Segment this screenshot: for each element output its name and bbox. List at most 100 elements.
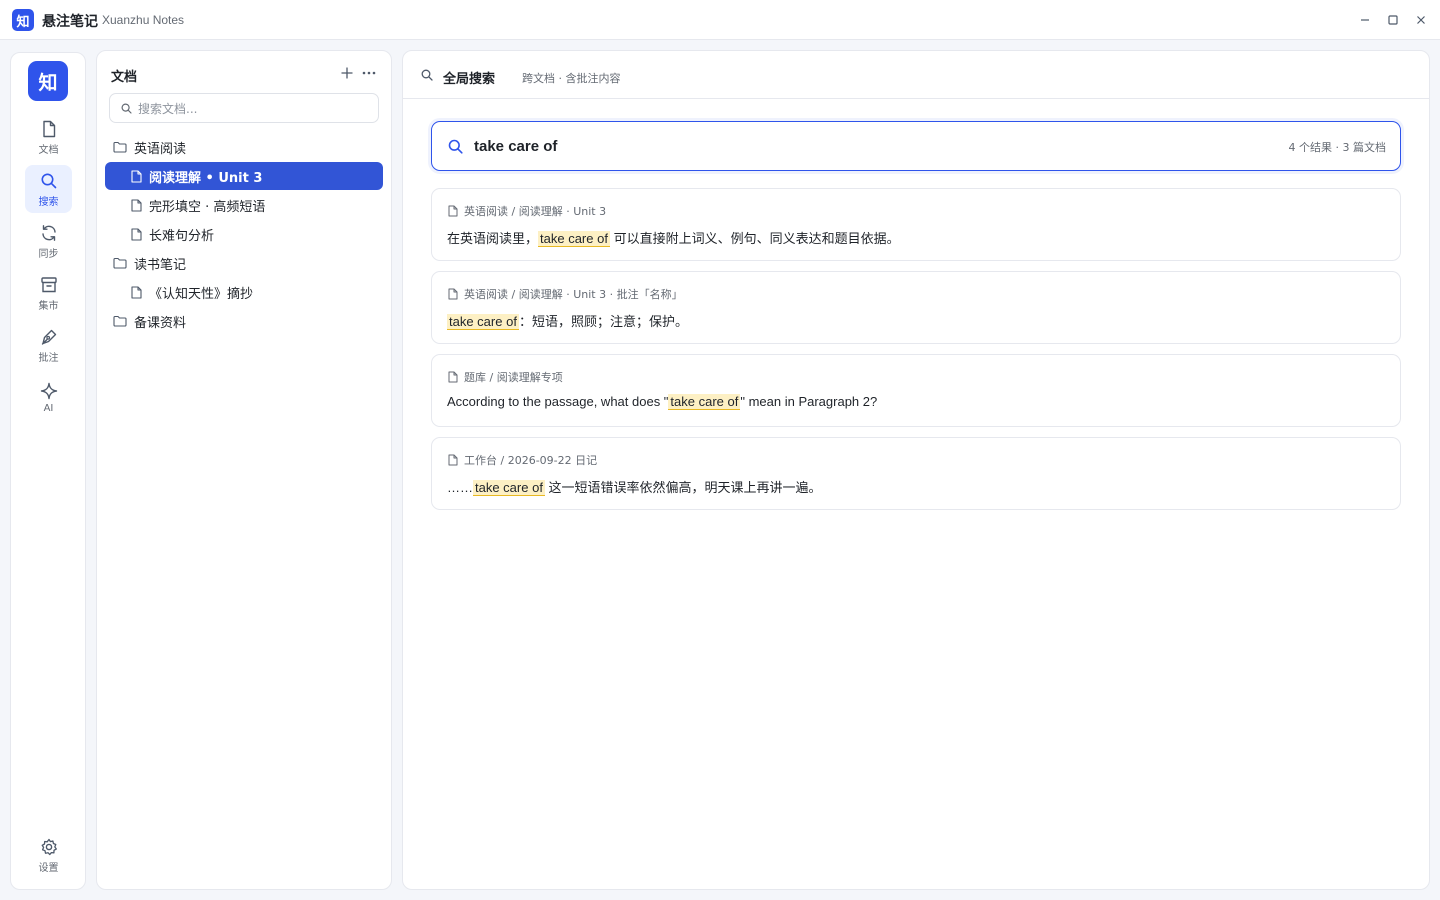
file-icon (131, 227, 142, 241)
nav-rail: 知 文档 搜索 同步 集市 批注 AI 设置 (10, 52, 86, 890)
plus-icon (341, 67, 353, 79)
search-icon (421, 69, 433, 81)
tree-file[interactable]: 《认知天性》摘抄 (105, 278, 383, 306)
result-path-text: 工作台 / 2026-09-22 日记 (464, 454, 598, 467)
doc-search-box[interactable] (109, 93, 379, 123)
rail-label: AI (43, 402, 54, 414)
search-icon (121, 103, 132, 114)
tree-file[interactable]: 完形填空 · 高频短语 (105, 191, 383, 219)
rail-label: 搜索 (38, 196, 59, 208)
result-snippet: 在英语阅读里， take care of 可以直接附上词义、例句、同义表达和题目依… (447, 228, 900, 247)
maximize-icon (1388, 15, 1398, 25)
sync-icon (41, 224, 56, 241)
result-snippet: …… take care of 这一短语错误率依然偏高，明天课上再讲一遍。 (447, 477, 822, 496)
add-doc-button[interactable] (337, 63, 357, 83)
result-count: 4 个结果 · 3 篇文档 (1288, 141, 1386, 154)
doc-panel: 文档 英语阅读 阅读理解 • Unit 3 完形填空 · 高频短语 长难句分析 … (96, 50, 392, 890)
result-snippet: take care of ：短语，照顾；注意；保护。 (447, 311, 688, 330)
result-path-text: 英语阅读 / 阅读理解 · Unit 3 · 批注「名称」 (464, 288, 683, 301)
file-icon (131, 285, 142, 299)
file-icon (448, 288, 458, 300)
more-icon (362, 71, 376, 75)
search-result[interactable]: 题库 / 阅读理解专项 According to the passage, wh… (431, 354, 1401, 427)
global-search-box[interactable]: 4 个结果 · 3 篇文档 (431, 121, 1401, 171)
rail-item-docs[interactable]: 文档 (25, 113, 72, 161)
snippet-after: 可以直接附上词义、例句、同义表达和题目依据。 (609, 231, 900, 246)
result-path: 英语阅读 / 阅读理解 · Unit 3 · 批注「名称」 (448, 286, 683, 302)
result-path: 英语阅读 / 阅读理解 · Unit 3 (448, 203, 606, 219)
rail-item-settings[interactable]: 设置 (25, 831, 72, 879)
tree-label: 完形填空 · 高频短语 (149, 199, 266, 215)
result-path-text: 题库 / 阅读理解专项 (464, 371, 563, 384)
tree-file[interactable]: 长难句分析 (105, 220, 383, 248)
search-header: 全局搜索 跨文档 · 含批注内容 (403, 51, 1429, 99)
minimize-icon (1361, 19, 1369, 21)
tree-folder[interactable]: 备课资料 (105, 307, 383, 335)
rail-logo: 知 (28, 61, 68, 101)
file-icon (448, 454, 458, 466)
result-snippet: According to the passage, what does " tak… (447, 394, 878, 410)
file-icon (448, 371, 458, 383)
search-main: 全局搜索 跨文档 · 含批注内容 4 个结果 · 3 篇文档 英语阅读 / 阅读… (402, 50, 1430, 890)
global-search-input[interactable] (474, 135, 1234, 157)
doc-panel-title: 文档 (111, 70, 138, 85)
snippet-before: …… (447, 480, 473, 495)
file-icon (131, 198, 142, 212)
rail-label: 批注 (38, 352, 59, 364)
folder-icon (113, 315, 127, 327)
market-icon (40, 276, 57, 292)
snippet-after: 这一短语错误率依然偏高，明天课上再讲一遍。 (544, 480, 822, 495)
result-path-text: 英语阅读 / 阅读理解 · Unit 3 (464, 205, 607, 218)
snippet-before: 在英语阅读里， (447, 231, 539, 246)
result-path: 题库 / 阅读理解专项 (448, 369, 563, 385)
snippet-after: " mean in Paragraph 2? (740, 394, 878, 409)
app-logo: 知 (12, 9, 34, 31)
tree-label: 《认知天性》摘抄 (149, 286, 254, 302)
more-button[interactable] (359, 63, 379, 83)
snippet-highlight: take care of (668, 394, 741, 410)
rail-item-sync[interactable]: 同步 (25, 217, 72, 265)
tree-label: 备课资料 (134, 315, 187, 331)
snippet-highlight: take care of (473, 480, 545, 496)
rail-label: 集市 (38, 300, 59, 312)
search-result[interactable]: 英语阅读 / 阅读理解 · Unit 3 在英语阅读里， take care of… (431, 188, 1401, 261)
app-title: 悬注笔记 (42, 14, 98, 30)
maximize-button[interactable] (1383, 10, 1403, 30)
snippet-highlight: take care of (538, 231, 610, 247)
snippet-before: According to the passage, what does " (447, 394, 669, 409)
rail-label: 文档 (38, 144, 59, 156)
tree-label: 英语阅读 (134, 141, 187, 157)
app-subtitle: Xuanzhu Notes (102, 13, 185, 27)
search-icon (448, 139, 463, 154)
folder-icon (113, 141, 127, 153)
rail-item-search[interactable]: 搜索 (25, 165, 72, 213)
tree-label: 阅读理解 • Unit 3 (149, 170, 263, 186)
file-icon (42, 120, 55, 137)
snippet-highlight: take care of (447, 314, 519, 330)
rail-item-ai[interactable]: AI (25, 373, 72, 421)
folder-icon (113, 257, 127, 269)
tree-label: 长难句分析 (149, 228, 215, 244)
snippet-after: ：短语，照顾；注意；保护。 (518, 314, 688, 329)
result-path: 工作台 / 2026-09-22 日记 (448, 452, 597, 468)
tree-folder[interactable]: 读书笔记 (105, 249, 383, 277)
file-icon (131, 169, 142, 183)
pen-icon (41, 329, 56, 345)
tree-label: 读书笔记 (134, 257, 187, 273)
file-icon (448, 205, 458, 217)
doc-search-input[interactable] (138, 99, 368, 119)
search-result[interactable]: 英语阅读 / 阅读理解 · Unit 3 · 批注「名称」 take care … (431, 271, 1401, 344)
search-icon (41, 173, 56, 188)
rail-item-market[interactable]: 集市 (25, 269, 72, 317)
tree-folder[interactable]: 英语阅读 (105, 133, 383, 161)
close-button[interactable] (1411, 10, 1431, 30)
search-result[interactable]: 工作台 / 2026-09-22 日记 …… take care of 这一短语错… (431, 437, 1401, 510)
page-title: 全局搜索 (443, 72, 496, 87)
minimize-button[interactable] (1355, 10, 1375, 30)
rail-label: 设置 (38, 862, 59, 874)
rail-label: 同步 (38, 248, 59, 260)
rail-item-annotate[interactable]: 批注 (25, 321, 72, 369)
page-subtitle: 跨文档 · 含批注内容 (522, 72, 621, 85)
tree-file[interactable]: 阅读理解 • Unit 3 (105, 162, 383, 190)
gear-icon (41, 838, 57, 855)
